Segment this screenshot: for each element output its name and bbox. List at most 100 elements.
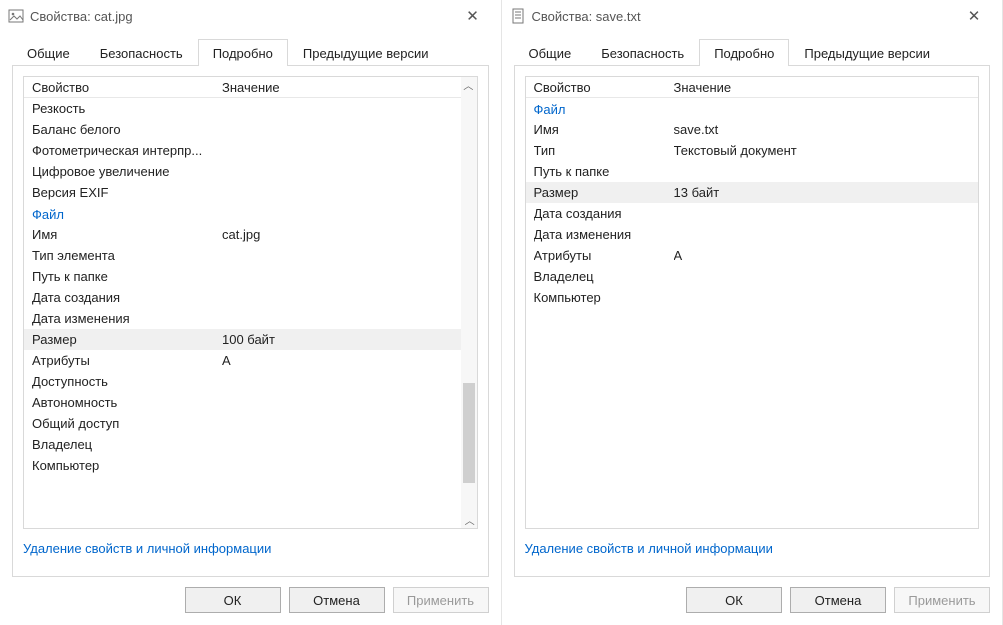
property-row[interactable]: Имяsave.txt	[526, 119, 979, 140]
property-row[interactable]: Фотометрическая интерпр...	[24, 140, 461, 161]
property-row[interactable]: Владелец	[526, 266, 979, 287]
property-name: Цифровое увеличение	[32, 164, 222, 179]
tab-previous[interactable]: Предыдущие версии	[789, 39, 945, 66]
property-value: A	[222, 353, 461, 368]
remove-properties-link-row: Удаление свойств и личной информации	[23, 529, 478, 566]
close-button[interactable]: ✕	[954, 2, 994, 30]
property-row[interactable]: Версия EXIF	[24, 182, 461, 203]
section-file: Файл	[526, 98, 979, 119]
property-row[interactable]: Путь к папке	[526, 161, 979, 182]
properties-window-left: Свойства: cat.jpg ✕ Общие Безопасность П…	[0, 0, 502, 625]
tab-general[interactable]: Общие	[12, 39, 85, 66]
property-row[interactable]: Доступность	[24, 371, 461, 392]
dialog-buttons: ОК Отмена Применить	[0, 577, 501, 625]
close-button[interactable]: ✕	[453, 2, 493, 30]
property-row[interactable]: Размер13 байт	[526, 182, 979, 203]
property-value: cat.jpg	[222, 227, 461, 242]
property-row[interactable]: Компьютер	[24, 455, 461, 476]
property-name: Путь к папке	[32, 269, 222, 284]
property-row[interactable]: Тип элемента	[24, 245, 461, 266]
tab-security[interactable]: Безопасность	[85, 39, 198, 66]
apply-button[interactable]: Применить	[393, 587, 489, 613]
header-value[interactable]: Значение	[222, 80, 441, 95]
property-name: Атрибуты	[534, 248, 674, 263]
tab-bar: Общие Безопасность Подробно Предыдущие в…	[12, 38, 489, 65]
property-name: Путь к папке	[534, 164, 674, 179]
property-name: Дата создания	[32, 290, 222, 305]
list-header: Свойство Значение	[24, 77, 461, 98]
tab-security[interactable]: Безопасность	[586, 39, 699, 66]
tab-panel: Свойство Значение Файл Имяsave.txtТипТек…	[514, 65, 991, 577]
property-row[interactable]: Дата создания	[526, 203, 979, 224]
property-name: Компьютер	[32, 458, 222, 473]
content-area: Общие Безопасность Подробно Предыдущие в…	[0, 32, 501, 577]
close-icon: ✕	[968, 7, 981, 25]
property-row[interactable]: АтрибутыA	[24, 350, 461, 371]
property-value: 13 байт	[674, 185, 979, 200]
property-name: Владелец	[32, 437, 222, 452]
property-row[interactable]: Владелец	[24, 434, 461, 455]
header-property[interactable]: Свойство	[32, 80, 222, 95]
property-row[interactable]: Дата создания	[24, 287, 461, 308]
chevron-down-icon: 〉	[461, 515, 476, 525]
property-row[interactable]: Размер100 байт	[24, 329, 461, 350]
scroll-up-button[interactable]: 〈	[461, 77, 477, 93]
scroll-area: Свойство Значение Файл Имяsave.txtТипТек…	[526, 77, 979, 528]
tab-panel: Свойство Значение Резкость Баланс белого Ф…	[12, 65, 489, 577]
property-row[interactable]: Общий доступ	[24, 413, 461, 434]
property-name: Доступность	[32, 374, 222, 389]
remove-properties-link[interactable]: Удаление свойств и личной информации	[23, 541, 271, 556]
property-row[interactable]: Баланс белого	[24, 119, 461, 140]
scroll-down-button[interactable]: 〉	[461, 512, 477, 528]
property-name: Автономность	[32, 395, 222, 410]
dialog-buttons: ОК Отмена Применить	[502, 577, 1003, 625]
property-row[interactable]: Дата изменения	[526, 224, 979, 245]
tab-details[interactable]: Подробно	[198, 39, 288, 66]
property-row[interactable]: Путь к папке	[24, 266, 461, 287]
scroll-area: Свойство Значение Резкость Баланс белого Ф…	[24, 77, 461, 528]
cancel-button[interactable]: Отмена	[790, 587, 886, 613]
properties-list: Свойство Значение Файл Имяsave.txtТипТек…	[525, 76, 980, 529]
scroll-track[interactable]	[461, 93, 477, 512]
properties-list: Свойство Значение Резкость Баланс белого Ф…	[23, 76, 478, 529]
property-value: 100 байт	[222, 332, 461, 347]
property-name: Размер	[32, 332, 222, 347]
property-row[interactable]: ТипТекстовый документ	[526, 140, 979, 161]
text-file-icon	[510, 8, 526, 24]
property-name: Тип	[534, 143, 674, 158]
scroll-thumb[interactable]	[463, 383, 475, 483]
property-name: Компьютер	[534, 290, 674, 305]
property-row[interactable]: Резкость	[24, 98, 461, 119]
property-name: Дата изменения	[534, 227, 674, 242]
property-row[interactable]: Цифровое увеличение	[24, 161, 461, 182]
property-name: Фотометрическая интерпр...	[32, 143, 222, 158]
cancel-button[interactable]: Отмена	[289, 587, 385, 613]
titlebar: Свойства: save.txt ✕	[502, 0, 1003, 32]
image-file-icon	[8, 8, 24, 24]
header-property[interactable]: Свойство	[534, 80, 674, 95]
tab-general[interactable]: Общие	[514, 39, 587, 66]
header-value[interactable]: Значение	[674, 80, 959, 95]
tab-details[interactable]: Подробно	[699, 39, 789, 66]
property-row[interactable]: Имяcat.jpg	[24, 224, 461, 245]
property-row[interactable]: АтрибутыA	[526, 245, 979, 266]
property-name: Тип элемента	[32, 248, 222, 263]
property-value: Текстовый документ	[674, 143, 979, 158]
property-row[interactable]: Компьютер	[526, 287, 979, 308]
property-name: Баланс белого	[32, 122, 222, 137]
ok-button[interactable]: ОК	[185, 587, 281, 613]
property-name: Резкость	[32, 101, 222, 116]
remove-properties-link[interactable]: Удаление свойств и личной информации	[525, 541, 773, 556]
property-name: Имя	[534, 122, 674, 137]
property-row[interactable]: Автономность	[24, 392, 461, 413]
property-row[interactable]: Дата изменения	[24, 308, 461, 329]
content-area: Общие Безопасность Подробно Предыдущие в…	[502, 32, 1003, 577]
titlebar: Свойства: cat.jpg ✕	[0, 0, 501, 32]
tab-previous[interactable]: Предыдущие версии	[288, 39, 444, 66]
remove-properties-link-row: Удаление свойств и личной информации	[525, 529, 980, 566]
property-name: Дата изменения	[32, 311, 222, 326]
vertical-scrollbar[interactable]: 〈 〉	[461, 77, 477, 528]
apply-button[interactable]: Применить	[894, 587, 990, 613]
window-title: Свойства: cat.jpg	[30, 9, 453, 24]
ok-button[interactable]: ОК	[686, 587, 782, 613]
